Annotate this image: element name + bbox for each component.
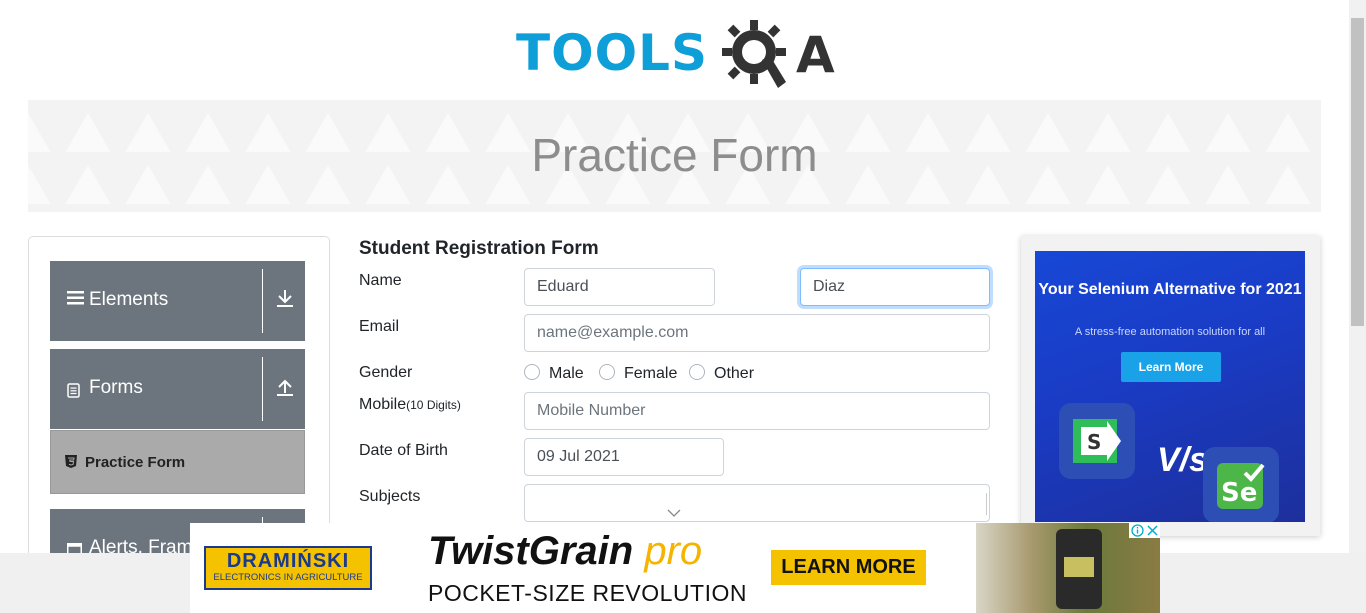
divider bbox=[262, 357, 263, 421]
selenium-logo-icon: Se bbox=[1203, 447, 1279, 522]
mobile-label: Mobile(10 Digits) bbox=[359, 396, 461, 414]
selenium-alternative-ad[interactable]: Your Selenium Alternative for 2021 A str… bbox=[1021, 236, 1320, 536]
page-banner: Practice Form bbox=[28, 100, 1321, 212]
radio-label: Female bbox=[624, 365, 678, 382]
ad-headline: Your Selenium Alternative for 2021 bbox=[1038, 281, 1302, 298]
email-label: Email bbox=[359, 318, 400, 335]
close-icon[interactable] bbox=[1146, 524, 1159, 537]
sidebar-group-label: Forms bbox=[89, 377, 143, 398]
name-label: Name bbox=[359, 272, 402, 289]
radio-circle[interactable] bbox=[689, 364, 705, 380]
subjects-label: Subjects bbox=[359, 488, 421, 505]
last-name-input[interactable] bbox=[800, 268, 990, 306]
ad-creative[interactable]: Your Selenium Alternative for 2021 A str… bbox=[1035, 251, 1305, 522]
twistgrain-ad[interactable]: DRAMIŃSKI ELECTRONICS IN AGRICULTURE Twi… bbox=[190, 523, 1160, 613]
date-of-birth-input[interactable] bbox=[524, 438, 724, 476]
draminski-brand: DRAMIŃSKI bbox=[226, 550, 350, 572]
dob-label: Date of Birth bbox=[359, 442, 448, 459]
page-title: Practice Form bbox=[531, 129, 818, 181]
device-screen bbox=[1064, 557, 1094, 577]
logo-text: TOOLS bbox=[516, 24, 708, 82]
radio-label: Male bbox=[549, 365, 584, 382]
upload-arrow-icon[interactable] bbox=[276, 377, 294, 397]
logo-text-a: A bbox=[796, 26, 835, 84]
ad-learn-more-button[interactable]: Learn More bbox=[1121, 352, 1221, 382]
sidebar: Elements Forms Practice Form Alerts, Fra… bbox=[28, 236, 330, 568]
gender-radio-male[interactable]: Male bbox=[524, 364, 584, 382]
form-title: Student Registration Form bbox=[359, 238, 599, 259]
product-name-text: TwistGrain bbox=[428, 529, 634, 573]
email-input[interactable] bbox=[524, 314, 990, 352]
mobile-input[interactable] bbox=[524, 392, 990, 430]
chevron-down-icon[interactable] bbox=[667, 509, 681, 517]
subjects-input[interactable] bbox=[524, 484, 990, 522]
divider bbox=[986, 493, 987, 515]
svg-text:S: S bbox=[1087, 430, 1101, 454]
product-suffix: pro bbox=[644, 529, 703, 573]
ad-choices[interactable] bbox=[1129, 523, 1160, 538]
gender-label: Gender bbox=[359, 364, 413, 381]
gender-radio-female[interactable]: Female bbox=[599, 364, 677, 382]
page-scrollbar[interactable] bbox=[1349, 0, 1366, 553]
scrollbar-thumb[interactable] bbox=[1351, 18, 1364, 326]
gender-radio-other[interactable]: Other bbox=[689, 364, 754, 382]
ad-subtext: A stress-free automation solution for al… bbox=[1074, 326, 1266, 338]
first-name-input[interactable] bbox=[524, 268, 715, 306]
draminski-logo: DRAMIŃSKI ELECTRONICS IN AGRICULTURE bbox=[204, 546, 372, 590]
logo-gear-icon: A bbox=[722, 20, 835, 88]
adchoices-info-icon[interactable] bbox=[1131, 524, 1144, 537]
svg-text:Se: Se bbox=[1221, 478, 1257, 508]
katalon-logo-icon: S bbox=[1059, 403, 1135, 479]
mobile-label-text: Mobile bbox=[359, 396, 407, 413]
draminski-tagline: ELECTRONICS IN AGRICULTURE bbox=[213, 572, 363, 583]
divider bbox=[262, 269, 263, 333]
ad-learn-more-button[interactable]: LEARN MORE bbox=[771, 550, 926, 585]
toolsqa-logo[interactable]: TOOLS A bbox=[516, 16, 846, 90]
radio-circle[interactable] bbox=[524, 364, 540, 380]
hamburger-icon bbox=[67, 291, 84, 305]
radio-circle[interactable] bbox=[599, 364, 615, 380]
mobile-hint: (10 Digits) bbox=[406, 398, 461, 412]
html5-icon bbox=[65, 455, 77, 468]
sidebar-group-forms[interactable]: Forms bbox=[50, 349, 305, 429]
sidebar-item-practice-form[interactable]: Practice Form bbox=[50, 430, 305, 494]
product-name: TwistGrain pro bbox=[428, 529, 702, 574]
radio-label: Other bbox=[714, 365, 755, 382]
sidebar-group-label: Elements bbox=[89, 289, 169, 310]
grain-meter-device bbox=[1056, 529, 1102, 609]
download-arrow-icon[interactable] bbox=[276, 288, 294, 308]
ad-tagline: POCKET-SIZE REVOLUTION bbox=[428, 580, 747, 606]
sidebar-group-elements[interactable]: Elements bbox=[50, 261, 305, 341]
document-icon bbox=[67, 383, 80, 398]
sidebar-item-label: Practice Form bbox=[85, 454, 186, 471]
